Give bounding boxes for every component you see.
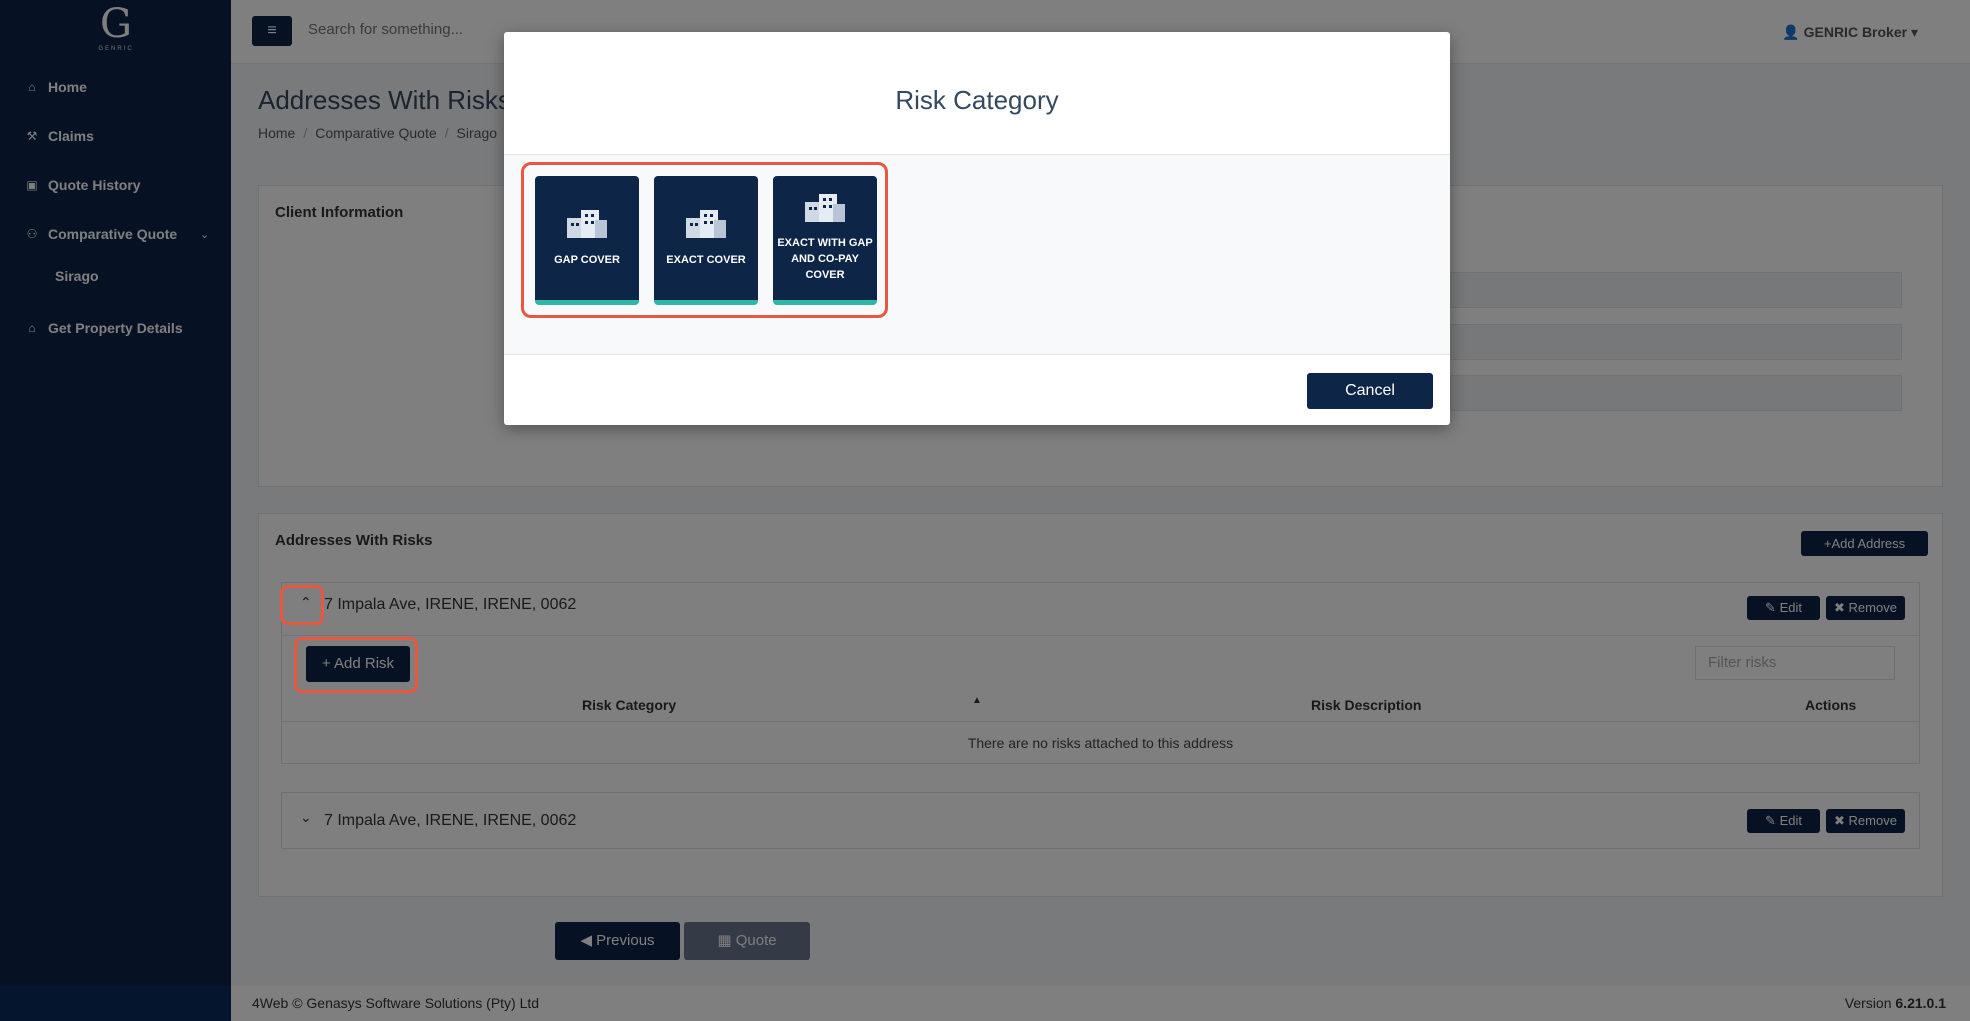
risk-category-modal: Risk Category GAP COVER EXACT COVER EXAC… bbox=[504, 32, 1450, 425]
highlight-add-risk bbox=[294, 637, 418, 693]
modal-header: Risk Category bbox=[504, 32, 1450, 155]
cancel-button[interactable]: Cancel bbox=[1307, 373, 1433, 409]
highlight-chevron bbox=[280, 585, 324, 625]
highlight-category-buttons bbox=[521, 162, 888, 318]
modal-title: Risk Category bbox=[895, 85, 1059, 115]
